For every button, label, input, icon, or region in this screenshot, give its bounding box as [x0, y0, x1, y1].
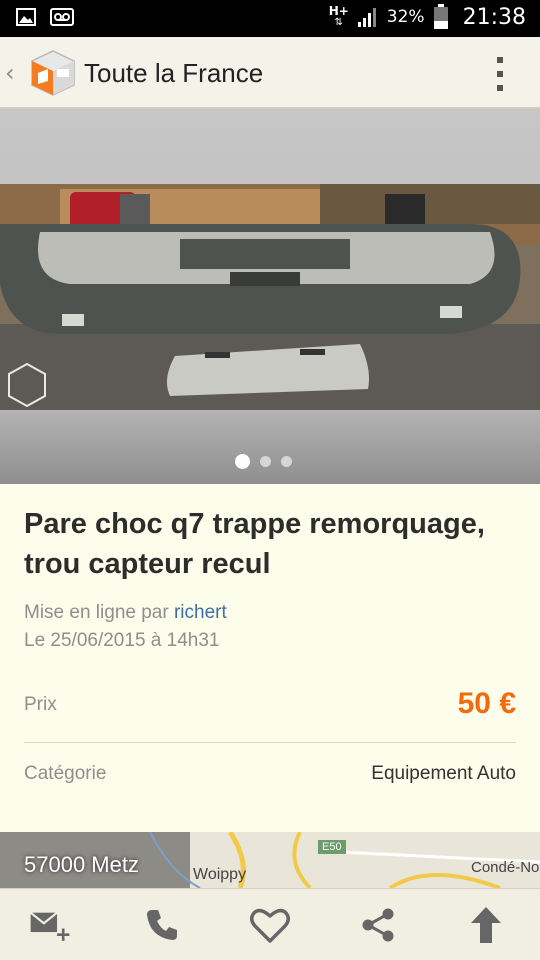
map-place-label: Condé-No: [471, 859, 540, 876]
page-dot-active[interactable]: [235, 454, 250, 469]
price-value: 50 €: [457, 687, 516, 720]
data-arrows-icon: ⇅: [334, 17, 343, 28]
category-label: Catégorie: [24, 763, 107, 784]
road-sign: E50: [318, 840, 346, 854]
page-dot[interactable]: [281, 456, 292, 467]
page-title: Toute la France: [84, 58, 264, 88]
category-value: Equipement Auto: [371, 763, 516, 784]
upload-arrow-icon: [471, 907, 501, 943]
leboncoin-logo[interactable]: [30, 49, 76, 97]
clock: 21:38: [462, 4, 526, 30]
signal-icon: [357, 8, 376, 27]
mail-add-icon: [29, 911, 70, 941]
divider: [24, 742, 516, 743]
bottom-action-bar: [0, 888, 540, 960]
ad-title: Pare choc q7 trappe remorquage, trou cap…: [24, 508, 485, 580]
favorite-button[interactable]: [248, 903, 292, 947]
posted-by-label: Mise en ligne par: [24, 602, 169, 623]
map-place-label: Woippy: [193, 866, 247, 883]
ad-photo[interactable]: [0, 184, 540, 410]
network-indicator: H+ ⇅: [328, 4, 349, 28]
battery-icon: [433, 4, 448, 29]
ad-details-card: Pare choc q7 trappe remorquage, trou cap…: [0, 484, 540, 832]
seller-link[interactable]: richert: [174, 602, 227, 623]
image-notification-icon: [16, 8, 36, 26]
posted-date: Le 25/06/2015 à 14h31: [24, 630, 220, 651]
bump-ad-button[interactable]: [464, 903, 508, 947]
back-chevron-icon[interactable]: ‹: [5, 59, 15, 87]
overflow-menu-icon[interactable]: [490, 57, 510, 91]
heart-icon: [250, 908, 290, 943]
action-bar: ‹ Toute la France: [0, 37, 540, 109]
phone-icon: [147, 910, 177, 940]
battery-percent: 32%: [386, 7, 425, 27]
voicemail-icon: [50, 8, 74, 26]
gallery-page-indicator: [235, 454, 292, 469]
share-button[interactable]: [356, 903, 400, 947]
price-label: Prix: [24, 694, 57, 715]
page-dot[interactable]: [260, 456, 271, 467]
location-text: 57000 Metz: [24, 852, 139, 877]
status-bar: H+ ⇅ 32% 21:38: [0, 0, 540, 37]
photo-gallery[interactable]: [0, 109, 540, 484]
location-map[interactable]: E50 57000 Metz Woippy Condé-No: [0, 832, 540, 888]
share-icon: [362, 908, 394, 942]
contact-email-button[interactable]: [28, 903, 72, 947]
call-button[interactable]: [140, 903, 184, 947]
ad-meta: Mise en ligne par richert Le 25/06/2015 …: [24, 599, 227, 655]
